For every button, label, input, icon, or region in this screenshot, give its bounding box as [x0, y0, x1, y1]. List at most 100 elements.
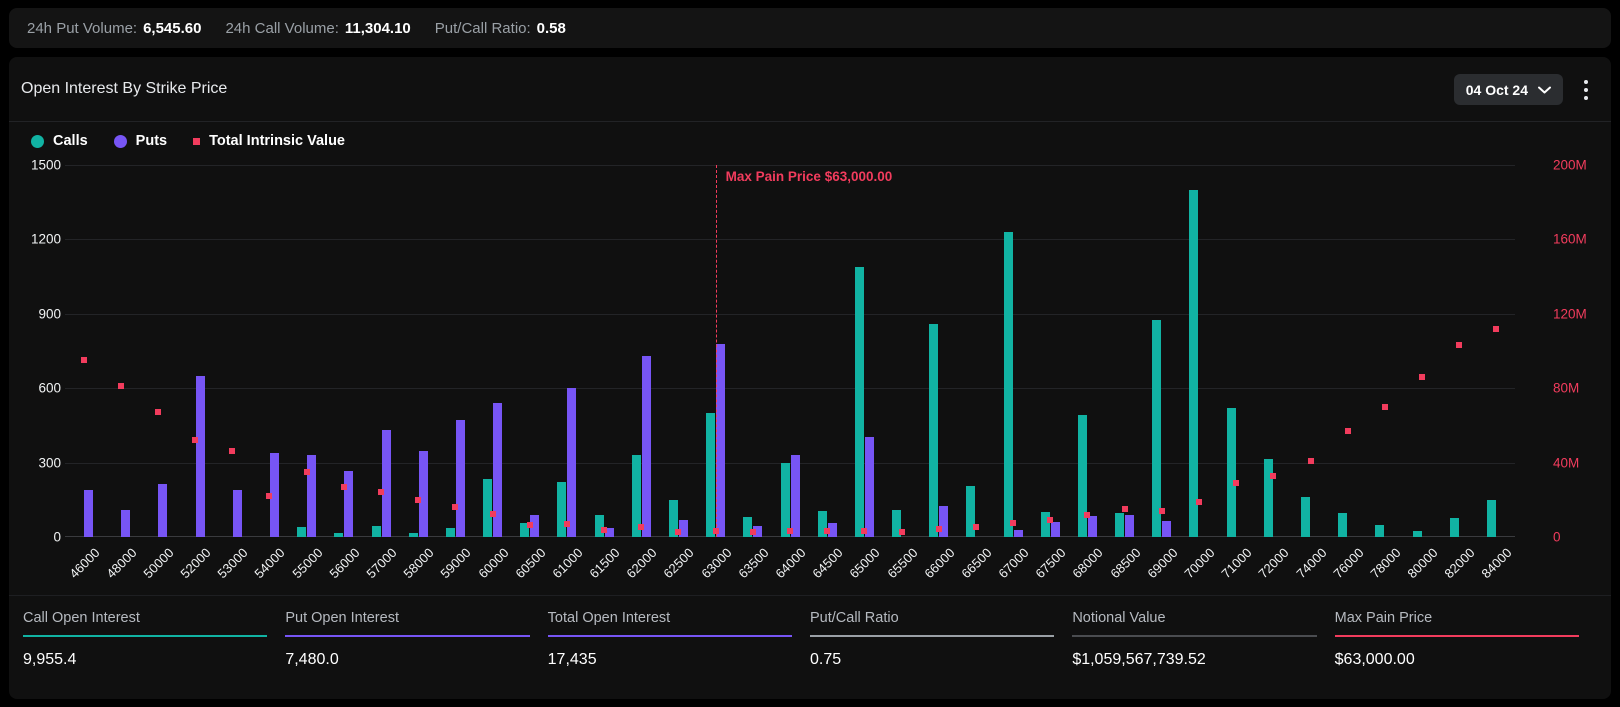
bar-group[interactable]: [743, 165, 762, 537]
put-bar[interactable]: [642, 356, 651, 537]
call-bar[interactable]: [929, 324, 938, 537]
bar-group[interactable]: [1450, 165, 1469, 537]
bar-group[interactable]: [595, 165, 614, 537]
legend-item-puts[interactable]: Puts: [114, 133, 167, 149]
bar-group[interactable]: [1115, 165, 1134, 537]
put-bar[interactable]: [84, 490, 93, 537]
kebab-menu-icon[interactable]: [1573, 73, 1599, 107]
call-bar[interactable]: [1152, 320, 1161, 537]
put-bar[interactable]: [456, 420, 465, 537]
total-intrinsic-value-marker: [638, 524, 644, 530]
put-bar[interactable]: [233, 490, 242, 537]
put-bar[interactable]: [382, 430, 391, 537]
bar-group[interactable]: [483, 165, 502, 537]
call-bar[interactable]: [334, 533, 343, 537]
call-bar[interactable]: [706, 413, 715, 537]
bar-group[interactable]: [669, 165, 688, 537]
put-bar[interactable]: [493, 403, 502, 537]
y-axis-left: 030060090012001500: [9, 165, 61, 547]
x-axis-tick-label: 60500: [512, 545, 548, 581]
bar-group[interactable]: [929, 165, 948, 537]
call-bar[interactable]: [297, 527, 306, 537]
bar-group[interactable]: [818, 165, 837, 537]
bar-group[interactable]: [372, 165, 391, 537]
put-bar[interactable]: [196, 376, 205, 537]
bar-group[interactable]: [632, 165, 651, 537]
call-bar[interactable]: [1450, 518, 1459, 537]
bar-group[interactable]: [1041, 165, 1060, 537]
put-bar[interactable]: [158, 484, 167, 537]
call-bar[interactable]: [446, 528, 455, 537]
put-bar[interactable]: [121, 510, 130, 537]
call-bar[interactable]: [1487, 500, 1496, 537]
x-axis-tick-label: 48000: [103, 545, 139, 581]
call-bar[interactable]: [1189, 190, 1198, 537]
x-axis-tick-label: 80000: [1404, 545, 1440, 581]
bar-group[interactable]: [1301, 165, 1320, 537]
x-axis-tick-label: 58000: [401, 545, 437, 581]
bar-group[interactable]: [186, 165, 205, 537]
put-bar[interactable]: [344, 471, 353, 537]
bar-group[interactable]: [334, 165, 353, 537]
put-bar[interactable]: [716, 344, 725, 537]
stat-card: Put/Call Ratio0.75: [810, 610, 1072, 699]
bar-group[interactable]: [520, 165, 539, 537]
legend-item-calls[interactable]: Calls: [31, 133, 88, 149]
put-bar[interactable]: [419, 451, 428, 537]
call-bar[interactable]: [1413, 531, 1422, 537]
bar-group[interactable]: [1264, 165, 1283, 537]
bar-group[interactable]: [260, 165, 279, 537]
put-bar[interactable]: [1014, 530, 1023, 537]
bar-group[interactable]: [1004, 165, 1023, 537]
put-bar[interactable]: [939, 506, 948, 537]
call-bar[interactable]: [409, 533, 418, 537]
bar-group[interactable]: [1078, 165, 1097, 537]
put-bar[interactable]: [865, 437, 874, 537]
bar-group[interactable]: [892, 165, 911, 537]
call-bar[interactable]: [1115, 513, 1124, 537]
call-bar[interactable]: [1078, 415, 1087, 537]
bar-group[interactable]: [1152, 165, 1171, 537]
y-axis-tick-left: 900: [38, 307, 61, 321]
call-bar[interactable]: [1004, 232, 1013, 537]
legend-item-total-intrinsic-value[interactable]: Total Intrinsic Value: [193, 133, 345, 149]
call-bar[interactable]: [483, 479, 492, 537]
bar-group[interactable]: [148, 165, 167, 537]
call-bar[interactable]: [557, 482, 566, 537]
bar-group[interactable]: [1413, 165, 1432, 537]
call-bar[interactable]: [1301, 497, 1310, 537]
bar-group[interactable]: [446, 165, 465, 537]
put-bar[interactable]: [1162, 521, 1171, 537]
call-bar[interactable]: [1227, 408, 1236, 537]
bar-group[interactable]: [1375, 165, 1394, 537]
call-bar[interactable]: [1041, 512, 1050, 537]
call-bar[interactable]: [855, 267, 864, 537]
put-bar[interactable]: [791, 455, 800, 537]
bar-group[interactable]: [297, 165, 316, 537]
bar-group[interactable]: [409, 165, 428, 537]
call-bar[interactable]: [1375, 525, 1384, 537]
bar-group[interactable]: [1189, 165, 1208, 537]
put-bar[interactable]: [1051, 522, 1060, 537]
call-bar[interactable]: [372, 526, 381, 537]
bar-group[interactable]: [74, 165, 93, 537]
call-bar[interactable]: [1338, 513, 1347, 537]
stat-card: Notional Value$1,059,567,739.52: [1072, 610, 1334, 699]
bar-group[interactable]: [966, 165, 985, 537]
bar-group[interactable]: [223, 165, 242, 537]
bar-group[interactable]: [855, 165, 874, 537]
put-bar[interactable]: [307, 455, 316, 537]
call-bar[interactable]: [781, 463, 790, 537]
date-selector[interactable]: 04 Oct 24: [1454, 74, 1563, 105]
bar-group[interactable]: [111, 165, 130, 537]
stat-underline: [1072, 635, 1316, 637]
put-bar[interactable]: [1088, 516, 1097, 537]
call-bar[interactable]: [1264, 459, 1273, 537]
put-bar[interactable]: [1125, 515, 1134, 537]
bar-group[interactable]: [781, 165, 800, 537]
put-bar[interactable]: [567, 388, 576, 537]
total-intrinsic-value-marker: [1493, 326, 1499, 332]
bar-group[interactable]: [557, 165, 576, 537]
bar-group[interactable]: [1338, 165, 1357, 537]
bar-group[interactable]: [1487, 165, 1506, 537]
